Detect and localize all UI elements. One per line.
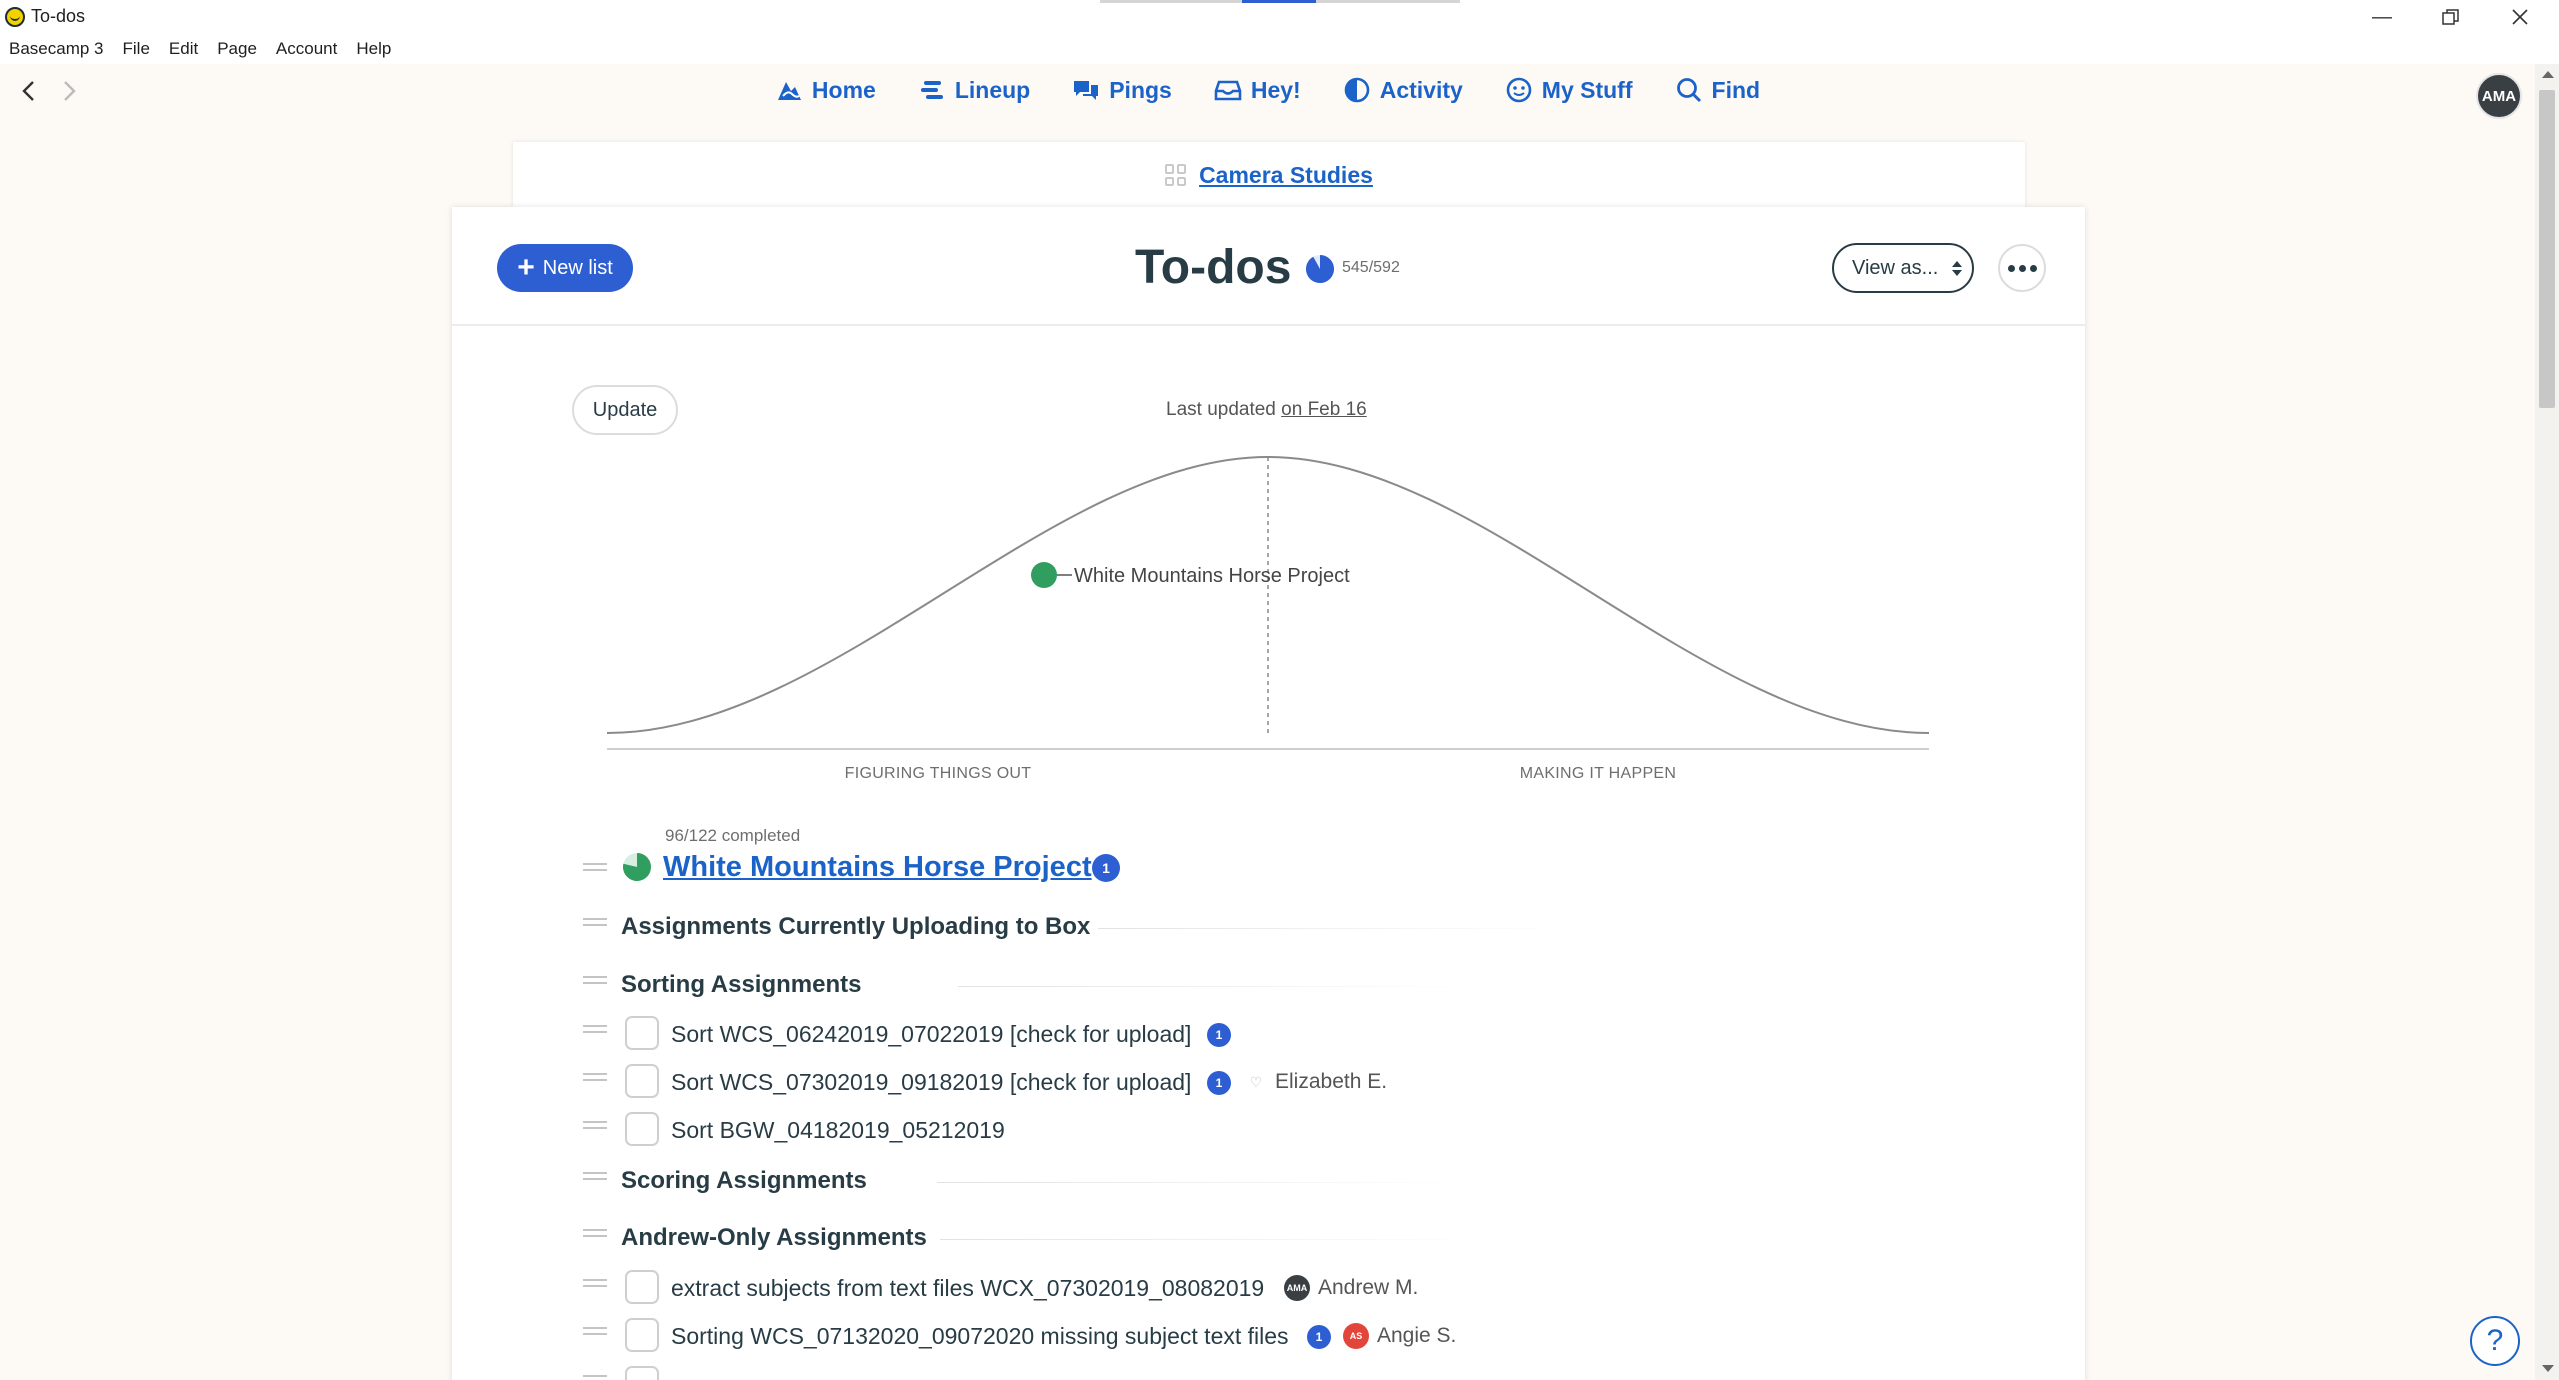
todo-checkbox[interactable] xyxy=(625,1318,659,1352)
group-title[interactable]: Sorting Assignments xyxy=(621,971,861,999)
page-scrollbar[interactable] xyxy=(2535,64,2559,1380)
todo-checkbox[interactable] xyxy=(625,1366,659,1380)
todo-comment-badge[interactable]: 1 xyxy=(1207,1071,1231,1095)
todo-checkbox[interactable] xyxy=(625,1270,659,1304)
hill-right-label: MAKING IT HAPPEN xyxy=(1520,765,1677,782)
menu-file[interactable]: File xyxy=(123,39,150,59)
scroll-up-icon[interactable] xyxy=(2542,71,2554,78)
scroll-thumb[interactable] xyxy=(2539,90,2555,408)
assignee-avatar: AS xyxy=(1343,1323,1369,1349)
nav-my-stuff[interactable]: My Stuff xyxy=(1505,76,1633,104)
drag-handle-icon[interactable] xyxy=(583,1025,607,1039)
group-divider xyxy=(940,1239,1480,1240)
nav-find[interactable]: Find xyxy=(1675,76,1761,104)
list-title-link[interactable]: White Mountains Horse Project xyxy=(663,851,1092,884)
drag-handle-icon[interactable] xyxy=(583,976,607,990)
todo-text[interactable]: Sort WCS_07302019_09182019 [check for up… xyxy=(671,1069,1191,1096)
nav-pings-label: Pings xyxy=(1109,76,1172,103)
help-button[interactable]: ? xyxy=(2470,1316,2520,1366)
drag-handle-icon[interactable] xyxy=(583,863,607,877)
tab-indicator-active xyxy=(1242,0,1316,3)
todo-text[interactable]: Sorting WCS_07132020_09072020 missing su… xyxy=(671,1323,1289,1350)
drag-handle-icon[interactable] xyxy=(583,1229,607,1243)
todos-card: + New list To-dos 545/592 View as... Upd… xyxy=(452,207,2085,1380)
activity-icon xyxy=(1344,77,1370,103)
menu-edit[interactable]: Edit xyxy=(169,39,198,59)
group-divider xyxy=(1098,928,1568,929)
title-bar: To-dos — xyxy=(0,0,2559,34)
nav-pings[interactable]: Pings xyxy=(1072,76,1172,104)
menu-help[interactable]: Help xyxy=(356,39,391,59)
group-title[interactable]: Assignments Currently Uploading to Box xyxy=(621,913,1090,941)
nav-lineup[interactable]: Lineup xyxy=(918,76,1030,104)
menu-basecamp[interactable]: Basecamp 3 xyxy=(9,39,104,59)
tab-indicator xyxy=(1100,0,1242,3)
nav-activity-label: Activity xyxy=(1379,76,1463,103)
projects-grid-icon[interactable] xyxy=(1165,164,1187,186)
nav-home-label: Home xyxy=(811,76,876,103)
todo-assignee[interactable]: ♡ Elizabeth E. xyxy=(1245,1069,1387,1095)
drag-handle-icon[interactable] xyxy=(583,1375,607,1380)
pings-icon xyxy=(1074,81,1099,100)
todo-text[interactable]: extract subjects from text files WCX_073… xyxy=(671,1275,1264,1302)
nav-lineup-label: Lineup xyxy=(954,76,1031,103)
group-title[interactable]: Andrew-Only Assignments xyxy=(621,1224,927,1252)
hey-icon xyxy=(1214,80,1242,101)
drag-handle-icon[interactable] xyxy=(583,1172,607,1186)
menu-account[interactable]: Account xyxy=(276,39,337,59)
menu-bar: Basecamp 3 File Edit Page Account Help xyxy=(0,34,2559,64)
drag-handle-icon[interactable] xyxy=(583,918,607,932)
drag-handle-icon[interactable] xyxy=(583,1279,607,1293)
assignee-avatar: AMA xyxy=(1284,1275,1310,1301)
group-divider xyxy=(958,986,1478,987)
list-completed-count: 96/122 completed xyxy=(665,826,801,845)
todo-comment-badge[interactable]: 1 xyxy=(1307,1325,1331,1349)
todo-text[interactable]: Sort WCS_06242019_07022019 [check for up… xyxy=(671,1021,1191,1048)
nav-find-label: Find xyxy=(1711,76,1761,103)
assignee-name: Elizabeth E. xyxy=(1275,1070,1388,1093)
lineup-icon xyxy=(920,81,943,99)
todo-assignee[interactable]: AMA Andrew M. xyxy=(1284,1275,1418,1301)
todo-checkbox[interactable] xyxy=(625,1112,659,1146)
nav-my-stuff-label: My Stuff xyxy=(1541,76,1633,103)
find-icon xyxy=(1676,78,1701,103)
main-nav: Home Lineup Pings Hey! Activity My Stuff… xyxy=(0,76,2535,104)
todo-comment-badge[interactable]: 1 xyxy=(1207,1023,1231,1047)
hill-dot-label: White Mountains Horse Project xyxy=(1074,565,1350,587)
restore-icon[interactable] xyxy=(2418,0,2484,34)
hill-chart: FIGURING THINGS OUT MAKING IT HAPPEN Whi… xyxy=(606,455,1930,782)
todo-checkbox[interactable] xyxy=(625,1016,659,1050)
drag-handle-icon[interactable] xyxy=(583,1121,607,1135)
list-comment-badge[interactable]: 1 xyxy=(1092,854,1120,882)
assignee-name: Andrew M. xyxy=(1318,1276,1419,1299)
menu-page[interactable]: Page xyxy=(217,39,257,59)
window-title: To-dos xyxy=(31,6,86,26)
close-icon[interactable] xyxy=(2487,0,2553,34)
assignee-name: Angie S. xyxy=(1377,1324,1457,1347)
nav-home[interactable]: Home xyxy=(775,76,876,104)
tab-indicator xyxy=(1316,0,1460,3)
project-link[interactable]: Camera Studies xyxy=(1199,162,1373,189)
nav-activity[interactable]: Activity xyxy=(1343,76,1463,104)
hill-dot[interactable] xyxy=(1031,562,1057,588)
list-progress-pie-icon xyxy=(623,853,652,881)
project-breadcrumb: Camera Studies xyxy=(513,142,2025,208)
home-icon xyxy=(777,82,801,100)
nav-hey[interactable]: Hey! xyxy=(1214,76,1301,104)
todo-assignee[interactable]: AS Angie S. xyxy=(1343,1323,1456,1349)
todo-checkbox[interactable] xyxy=(625,1064,659,1098)
todo-text[interactable]: Sort BGW_04182019_05212019 xyxy=(671,1117,1005,1144)
my-stuff-icon xyxy=(1506,77,1532,103)
group-divider xyxy=(937,1182,1477,1183)
drag-handle-icon[interactable] xyxy=(583,1327,607,1341)
assignee-avatar-icon: ♡ xyxy=(1245,1069,1267,1095)
minimize-icon[interactable]: — xyxy=(2349,0,2415,34)
hill-left-label: FIGURING THINGS OUT xyxy=(845,765,1032,782)
drag-handle-icon[interactable] xyxy=(583,1073,607,1087)
scroll-down-icon[interactable] xyxy=(2542,1365,2554,1372)
user-avatar[interactable]: AMA xyxy=(2476,73,2522,119)
basecamp-app-icon xyxy=(5,7,25,27)
group-title[interactable]: Scoring Assignments xyxy=(621,1167,867,1195)
nav-hey-label: Hey! xyxy=(1250,76,1301,103)
